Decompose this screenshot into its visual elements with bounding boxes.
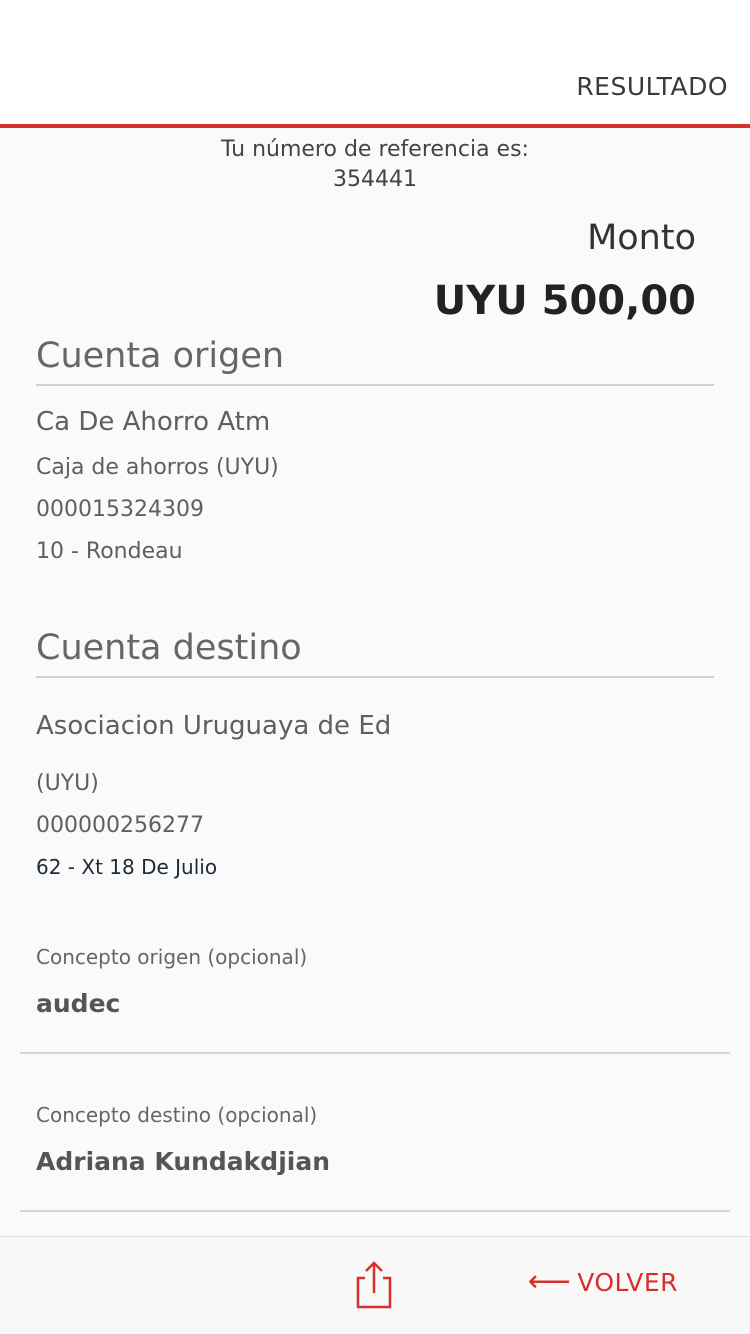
destination-account-name: Asociacion Uruguaya de Ed [36, 711, 392, 741]
concept-destination-label: Concepto destino (opcional) [36, 1103, 318, 1127]
concept-origin-divider [20, 1052, 730, 1054]
bottom-action-bar: ⟵ VOLVER [0, 1236, 750, 1334]
volver-label: VOLVER [577, 1267, 678, 1297]
top-bar: RESULTADO [0, 0, 750, 128]
origin-section-title: Cuenta origen [36, 336, 285, 376]
reference-number: 354441 [333, 167, 417, 192]
destination-account-type: (UYU) [36, 771, 99, 796]
result-content[interactable]: Tu número de referencia es: 354441 Monto… [0, 128, 750, 1236]
amount-label: Monto [587, 218, 696, 258]
amount-value: UYU 500,00 [433, 278, 696, 324]
destination-divider [36, 676, 714, 678]
destination-branch: 62 - Xt 18 De Julio [36, 855, 218, 879]
destination-section-title: Cuenta destino [36, 628, 302, 668]
concept-origin-label: Concepto origen (opcional) [36, 945, 308, 969]
page-title: RESULTADO [576, 72, 728, 101]
origin-divider [36, 384, 714, 386]
concept-destination-divider [20, 1210, 730, 1212]
concept-destination-value: Adriana Kundakdjian [36, 1147, 331, 1176]
volver-button[interactable]: ⟵ VOLVER [528, 1267, 678, 1297]
concept-origin-value: audec [36, 989, 121, 1018]
destination-account-number: 000000256277 [36, 813, 204, 838]
origin-account-name: Ca De Ahorro Atm [36, 407, 271, 437]
origin-branch: 10 - Rondeau [36, 539, 183, 564]
arrow-left-icon: ⟵ [527, 1264, 572, 1299]
origin-account-type: Caja de ahorros (UYU) [36, 455, 279, 480]
origin-account-number: 000015324309 [36, 497, 204, 522]
share-icon [356, 1261, 392, 1309]
reference-label: Tu número de referencia es: [221, 137, 529, 162]
share-button[interactable] [352, 1259, 396, 1311]
